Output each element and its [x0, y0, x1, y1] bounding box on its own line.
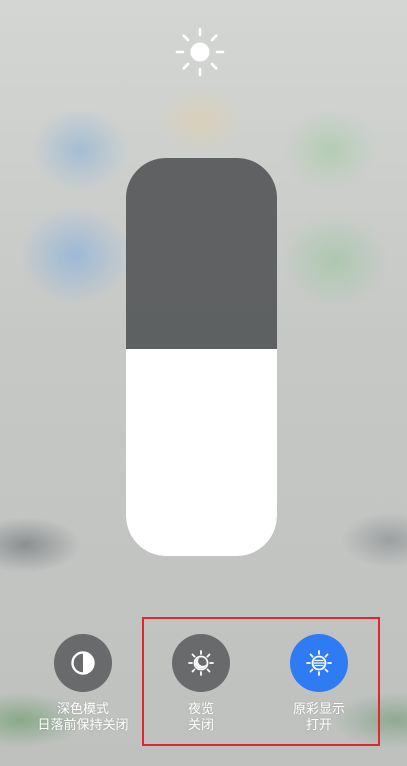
dark-mode-icon [71, 651, 95, 675]
dark-mode-button[interactable] [54, 634, 112, 692]
highlight-box [142, 617, 380, 746]
brightness-slider[interactable] [126, 158, 277, 556]
dark-mode-status: 日落前保持关闭 [37, 717, 129, 732]
brightness-slider-fill [126, 349, 277, 556]
dark-mode-title: 深色模式 [56, 701, 109, 716]
brightness-low-icon [192, 496, 212, 516]
dark-mode-label: 深色模式 日落前保持关闭 [18, 701, 148, 733]
sun-icon [174, 26, 226, 78]
